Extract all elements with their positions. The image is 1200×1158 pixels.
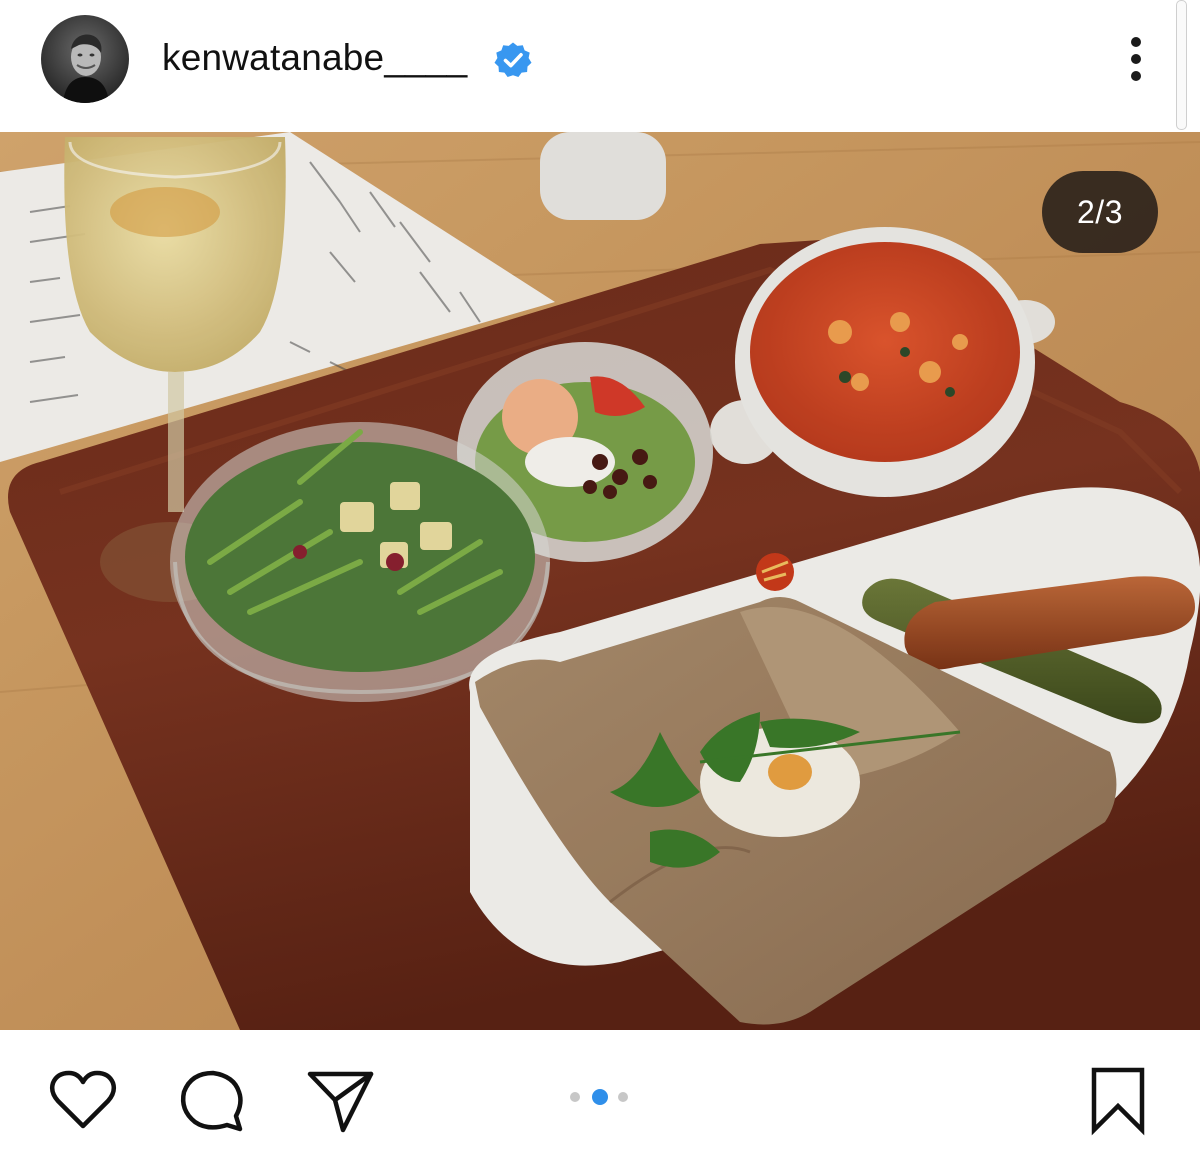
instagram-post: kenwatanabe____ 2/3 (0, 0, 1200, 1158)
more-options-icon[interactable] (1118, 34, 1154, 84)
action-bar (0, 1030, 1200, 1158)
carousel-dot (570, 1092, 580, 1102)
post-photo[interactable] (0, 132, 1200, 1030)
carousel-dot (618, 1092, 628, 1102)
avatar[interactable] (41, 15, 129, 103)
post-header: kenwatanabe____ (0, 0, 1200, 132)
username[interactable]: kenwatanabe____ (162, 33, 467, 83)
verified-badge-icon (494, 41, 532, 79)
scrollbar[interactable] (1176, 0, 1187, 130)
share-button[interactable] (305, 1066, 375, 1136)
bookmark-icon (1091, 1067, 1145, 1136)
like-button[interactable] (48, 1066, 118, 1136)
save-button[interactable] (1084, 1066, 1154, 1136)
comment-button[interactable] (177, 1066, 247, 1136)
paper-plane-icon (307, 1071, 374, 1133)
carousel-indicator (566, 1089, 636, 1105)
image-counter: 2/3 (1042, 171, 1158, 253)
carousel-dot-active (592, 1089, 608, 1105)
comment-icon (180, 1070, 243, 1132)
heart-icon (49, 1070, 117, 1129)
